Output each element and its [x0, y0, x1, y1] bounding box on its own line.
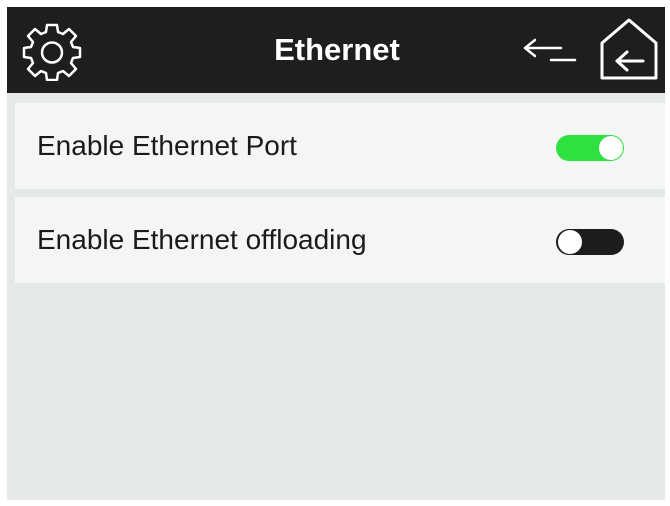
home-icon[interactable]	[597, 15, 661, 83]
ethernet-port-toggle[interactable]	[556, 135, 624, 161]
header-bar: Ethernet	[7, 7, 665, 93]
setting-row-ethernet-offloading: Enable Ethernet offloading	[15, 197, 665, 283]
toggle-knob	[599, 136, 623, 160]
ethernet-offloading-toggle[interactable]	[556, 229, 624, 255]
setting-label: Enable Ethernet Port	[37, 130, 297, 161]
ethernet-settings-screen: Ethernet Enable Ethernet Port Enable Eth…	[7, 7, 665, 500]
toggle-knob	[558, 230, 582, 254]
setting-row-ethernet-port: Enable Ethernet Port	[15, 103, 665, 189]
gear-icon[interactable]	[21, 19, 83, 81]
page-title: Ethernet	[274, 32, 400, 67]
setting-label: Enable Ethernet offloading	[37, 224, 367, 255]
back-arrow-icon[interactable]	[521, 33, 579, 67]
